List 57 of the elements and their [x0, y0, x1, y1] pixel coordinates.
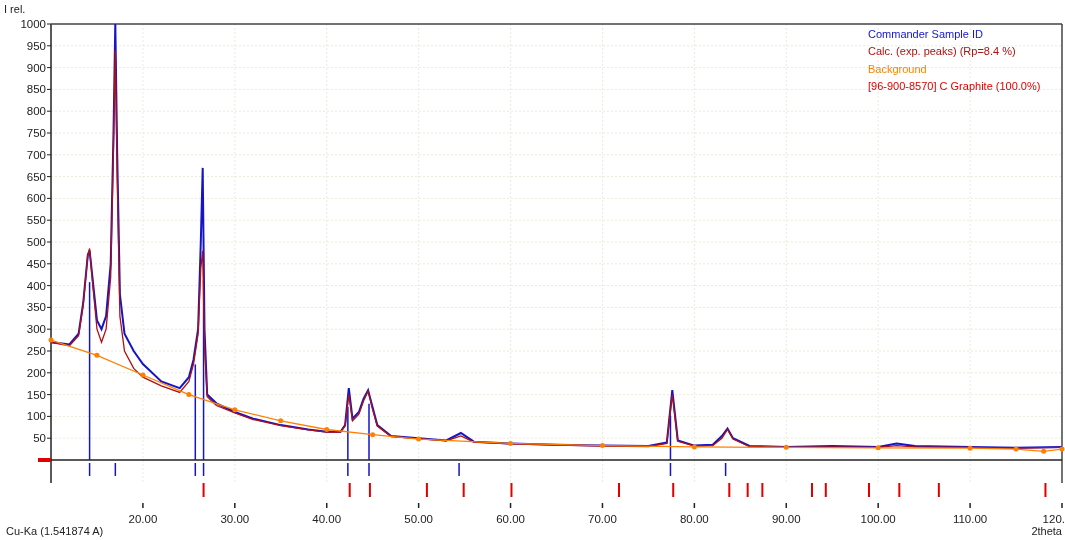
- marker-icon: [38, 458, 51, 462]
- y-tick-label: 300: [26, 323, 46, 336]
- y-tick-label: 100: [26, 410, 46, 423]
- background-point: [94, 352, 100, 358]
- background-point: [508, 440, 514, 446]
- background-point: [186, 392, 192, 398]
- background-point: [1041, 448, 1047, 454]
- background-point: [967, 445, 973, 451]
- background-point: [278, 418, 284, 424]
- background-point: [416, 436, 422, 442]
- background-point: [324, 427, 330, 432]
- legend-entry: Background: [868, 62, 927, 75]
- y-tick-label: 1000: [20, 18, 46, 30]
- y-tick-label: 600: [26, 192, 46, 205]
- background-point: [875, 445, 881, 451]
- y-tick-label: 150: [26, 388, 46, 401]
- x-tick-label: 20.00: [128, 513, 158, 525]
- x-tick-label: 50.00: [404, 513, 434, 525]
- y-tick-label: 800: [26, 105, 46, 118]
- y-tick-label: 700: [26, 148, 46, 161]
- x-tick-label: 110.00: [952, 513, 988, 525]
- y-tick-label: 750: [26, 127, 46, 139]
- x-tick-label: 100.00: [860, 513, 896, 525]
- background-point: [599, 443, 605, 449]
- y-tick-label: 400: [26, 279, 46, 292]
- background-point: [370, 432, 376, 438]
- y-tick-label: 950: [26, 39, 46, 52]
- x-tick-label: 60.00: [496, 513, 525, 525]
- background-point: [1059, 446, 1065, 452]
- background-point: [691, 444, 697, 450]
- background-point: [783, 444, 789, 450]
- x-tick-label: 90.00: [771, 513, 801, 525]
- x-tick-label: 70.00: [588, 513, 617, 525]
- y-tick-label: 450: [26, 257, 46, 270]
- y-tick-label: 250: [26, 345, 46, 357]
- y-tick-label: 650: [26, 170, 46, 183]
- x-tick-label: 120.: [1042, 513, 1065, 525]
- y-tick-label: 200: [26, 366, 46, 379]
- background-point: [232, 407, 238, 413]
- axis-title: I rel.: [4, 3, 26, 15]
- legend-entry: Calc. (exp. peaks) (Rp=8.4 %): [868, 45, 1016, 58]
- legend-entry: Commander Sample ID: [868, 28, 983, 40]
- legend-entry: [96-900-8570] C Graphite (100.0%): [868, 79, 1041, 92]
- y-tick-label: 550: [26, 214, 46, 227]
- x-tick-label: 40.00: [312, 513, 342, 525]
- radiation-label: Cu-Ka (1.541874 A): [6, 525, 104, 537]
- y-tick-label: 850: [26, 83, 46, 96]
- x-tick-label: 30.00: [220, 513, 250, 525]
- background-point: [1013, 446, 1019, 452]
- axis-title: 2theta: [1031, 525, 1062, 537]
- x-tick-label: 80.00: [679, 513, 709, 525]
- background-point: [140, 372, 146, 378]
- background-point: [48, 337, 54, 343]
- y-tick-label: 900: [26, 61, 46, 74]
- y-tick-label: 500: [26, 236, 46, 248]
- y-tick-label: 50: [33, 432, 46, 445]
- y-tick-label: 350: [26, 301, 46, 314]
